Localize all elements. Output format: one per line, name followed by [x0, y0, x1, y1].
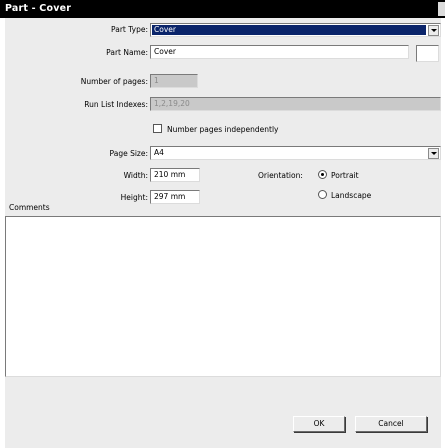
title-bar: Part - Cover	[0, 0, 445, 18]
landscape-radio[interactable]	[318, 190, 327, 199]
number-of-pages-label: Number of pages:	[80, 77, 148, 86]
part-name-input[interactable]: Cover	[150, 45, 409, 59]
portrait-radio[interactable]	[318, 170, 327, 179]
number-independently-label: Number pages independently	[167, 125, 279, 134]
number-of-pages-input: 1	[150, 74, 198, 88]
landscape-label: Landscape	[331, 191, 372, 200]
comments-label: Comments	[9, 203, 50, 212]
height-input[interactable]: 297 mm	[150, 190, 200, 204]
dialog-body: Part Type: Cover Part Name: Cover Number…	[5, 18, 441, 448]
part-type-select[interactable]: Cover	[150, 23, 441, 37]
cancel-button[interactable]: Cancel	[355, 416, 427, 432]
run-list-indexes-label: Run List Indexes:	[84, 100, 148, 109]
width-label: Width:	[123, 171, 148, 180]
page-size-select[interactable]: A4	[150, 146, 441, 160]
width-input[interactable]: 210 mm	[150, 168, 200, 182]
orientation-label: Orientation:	[258, 171, 303, 180]
page-size-label: Page Size:	[109, 149, 148, 158]
run-list-indexes-input: 1,2,19,20	[150, 97, 441, 111]
chevron-down-icon[interactable]	[428, 25, 439, 36]
part-color-swatch[interactable]	[416, 45, 439, 62]
page-size-value: A4	[154, 148, 164, 157]
close-icon[interactable]	[438, 2, 445, 16]
height-label: Height:	[120, 193, 148, 202]
part-type-value: Cover	[152, 25, 426, 35]
ok-button[interactable]: OK	[293, 416, 345, 432]
part-type-label: Part Type:	[111, 25, 148, 34]
number-independently-checkbox[interactable]	[153, 124, 162, 133]
window-title: Part - Cover	[5, 3, 72, 14]
part-name-label: Part Name:	[106, 48, 148, 57]
comments-textarea[interactable]	[5, 216, 441, 377]
chevron-down-icon[interactable]	[428, 148, 439, 159]
portrait-label: Portrait	[331, 171, 359, 180]
